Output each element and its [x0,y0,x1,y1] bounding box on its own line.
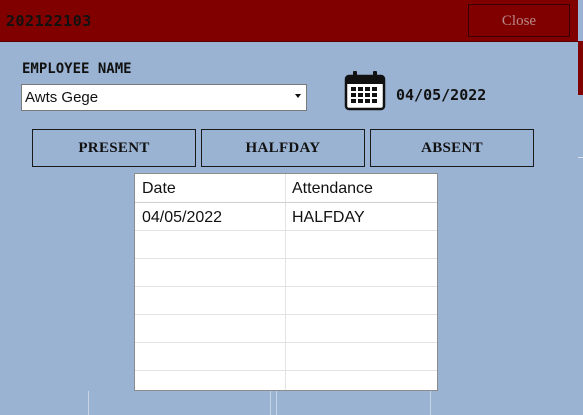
table-cell-date[interactable] [135,259,286,286]
table-row[interactable] [135,287,437,315]
table-cell-date[interactable] [135,231,286,258]
employee-name-selected-value: Awts Gege [25,89,99,106]
table-cell-attendance[interactable] [286,259,437,286]
table-row[interactable] [135,259,437,287]
close-button[interactable]: Close [468,4,570,37]
table-row[interactable] [135,231,437,259]
column-header-attendance[interactable]: Attendance [286,174,437,202]
selected-date: 04/05/2022 [396,86,487,104]
table-cell-attendance[interactable] [286,343,437,370]
table-row[interactable] [135,371,437,390]
table-cell-attendance[interactable]: HALFDAY [286,203,437,230]
attendance-window: 202122103 Close EMPLOYEE NAME Awts Gege [0,0,583,415]
window-right-edge-accent [578,41,583,95]
table-cell-attendance[interactable] [286,315,437,342]
background-divider [276,391,277,415]
calendar-icon[interactable] [344,69,386,111]
absent-button[interactable]: ABSENT [370,129,534,167]
chevron-down-icon[interactable] [295,94,301,98]
present-button[interactable]: PRESENT [32,129,196,167]
table-header-row: Date Attendance [135,174,437,203]
table-cell-attendance[interactable] [286,371,437,390]
table-cell-attendance[interactable] [286,231,437,258]
employee-name-label: EMPLOYEE NAME [22,61,132,77]
table-cell-date[interactable] [135,343,286,370]
table-cell-date[interactable] [135,315,286,342]
window-right-edge-line [578,157,583,158]
halfday-button[interactable]: HALFDAY [201,129,365,167]
employee-name-select[interactable]: Awts Gege [21,84,307,111]
background-divider [430,391,431,415]
column-header-date[interactable]: Date [135,174,286,202]
table-cell-date[interactable]: 04/05/2022 [135,203,286,230]
window-title: 202122103 [6,12,92,30]
table-row[interactable]: 04/05/2022 HALFDAY [135,203,437,231]
table-cell-date[interactable] [135,371,286,390]
table-cell-attendance[interactable] [286,287,437,314]
table-row[interactable] [135,315,437,343]
background-divider [88,391,89,415]
table-row[interactable] [135,343,437,371]
background-divider [270,391,271,415]
title-bar: 202122103 Close [0,0,578,42]
table-cell-date[interactable] [135,287,286,314]
attendance-table[interactable]: Date Attendance 04/05/2022 HALFDAY [134,173,438,391]
